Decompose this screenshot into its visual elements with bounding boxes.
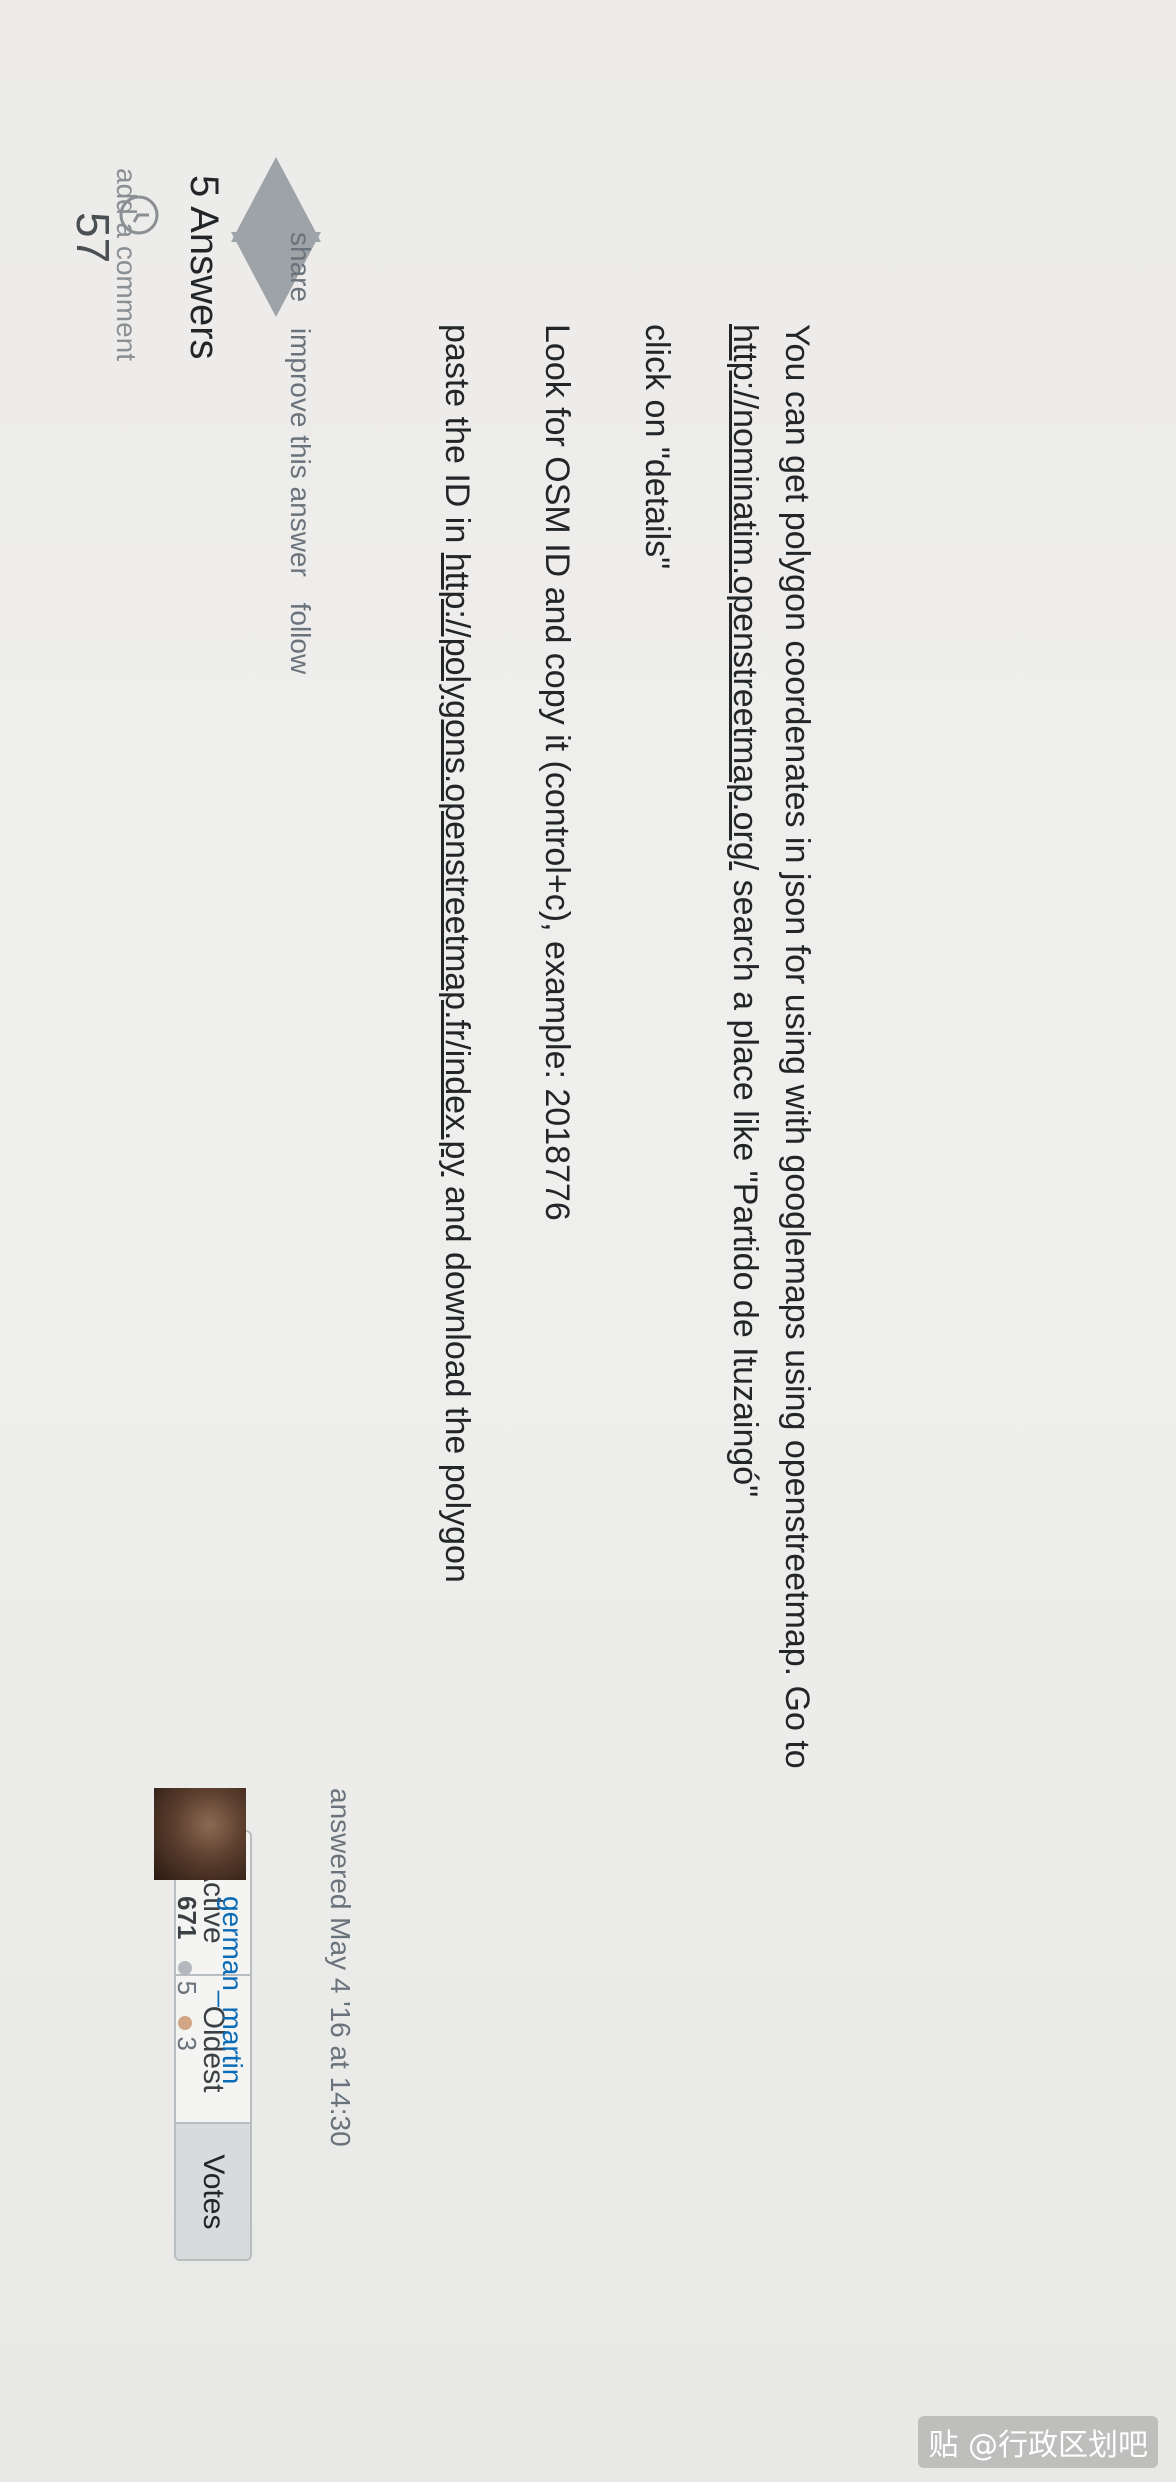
answer-paragraph-2: click on "details" [638,324,676,570]
downvote-arrow-icon[interactable] [196,212,366,322]
bronze-badges: 3 [172,2016,202,2051]
bronze-badge-count: 3 [172,2036,202,2051]
follow-link[interactable]: follow [285,603,316,675]
paragraph-4-text: paste the ID in [438,324,476,553]
rotated-page: add a comment 5 Answers Active Oldest Vo… [26,12,1176,2472]
tab-votes[interactable]: Votes [176,2124,250,2260]
silver-badge-icon [178,1960,192,1975]
paragraph-1-tail: search a place like "Partido de Ituzaing… [726,870,764,1498]
polygons-link[interactable]: http://polygons.openstreetmap.fr/index.p… [438,553,476,1177]
watermark: 贴 @行政区划吧 [918,2416,1158,2468]
answer-paragraph-3: Look for OSM ID and copy it (control+c),… [538,324,576,1221]
silver-badges: 5 [172,1960,202,1996]
reputation-score: 671 [172,1896,202,1940]
paragraph-1-text: You can get polygon coordenates in json … [778,324,816,1769]
author-name[interactable]: german_martin [216,1896,248,2084]
avatar[interactable] [154,1788,246,1880]
history-icon[interactable] [114,190,164,240]
answer-paragraph-1: You can get polygon coordenates in json … [777,324,816,1769]
vote-count: 57 [67,212,119,264]
post-menu: share improve this answer follow [284,232,316,692]
bronze-badge-icon [178,2016,192,2031]
photo-of-screen: add a comment 5 Answers Active Oldest Vo… [0,0,1176,2482]
silver-badge-count: 5 [172,1980,202,1996]
nominatim-link[interactable]: http://nominatim.openstreetmap.org/ [726,324,764,870]
author-reputation: 671 5 3 [171,1896,202,2051]
answered-timestamp: answered May 4 '16 at 14:30 [325,1788,356,2147]
improve-answer-link[interactable]: improve this answer [285,328,316,577]
share-link[interactable]: share [285,232,316,302]
answer-paragraph-1-line-2: http://nominatim.openstreetmap.org/ sear… [725,324,764,1497]
answer-paragraph-4: paste the ID in http://polygons.openstre… [437,324,476,1583]
paragraph-4-tail: and download the polygon [438,1176,476,1583]
